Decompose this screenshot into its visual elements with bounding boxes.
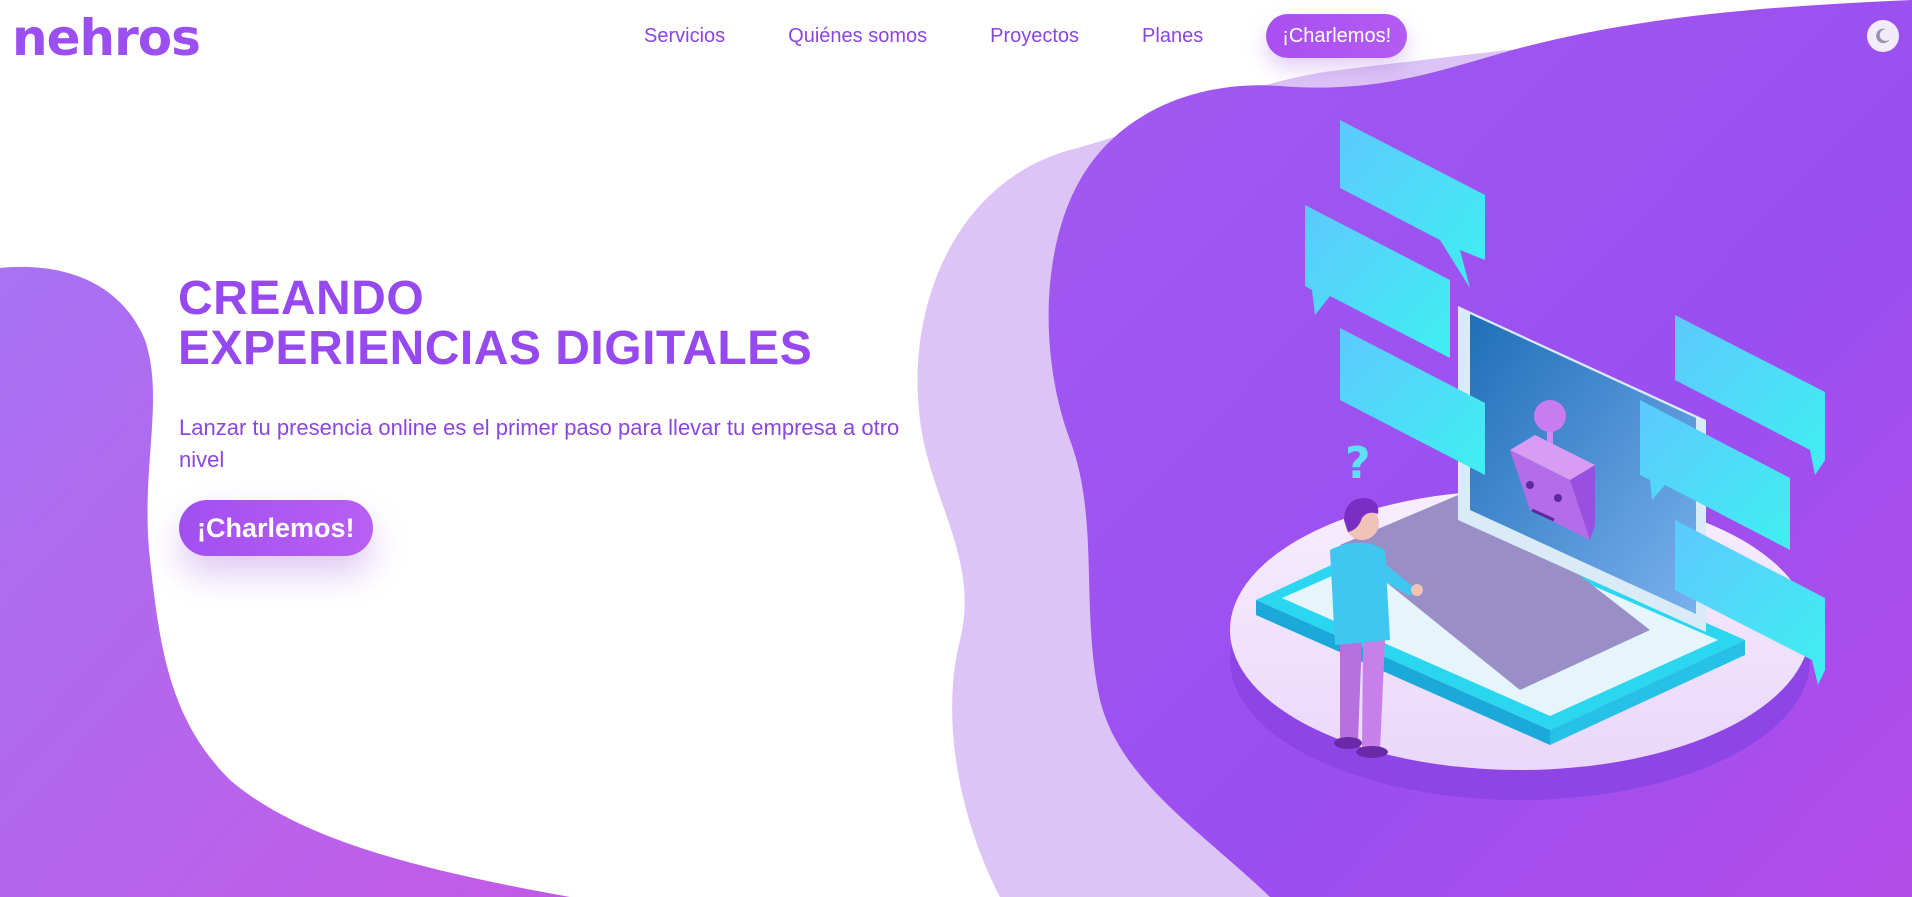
nav-item-proyectos[interactable]: Proyectos — [990, 25, 1079, 48]
theme-toggle-button[interactable] — [1867, 20, 1899, 52]
nav-item-planes[interactable]: Planes — [1142, 25, 1203, 48]
landing-page: nehros Servicios Quiénes somos Proyectos… — [0, 0, 1912, 897]
hero-cta-button[interactable]: ¡Charlemos! — [179, 500, 373, 556]
person-at-laptop-chatbot-illustration: ? — [1230, 120, 1825, 800]
main-nav: Servicios Quiénes somos Proyectos Planes… — [644, 14, 1408, 58]
logo[interactable]: nehros — [12, 10, 201, 66]
hero-title-line-1: CREANDO — [178, 272, 425, 325]
hero-title: CREANDO EXPERIENCIAS DIGITALES — [178, 274, 812, 374]
hero-subtitle: Lanzar tu presencia online es el primer … — [179, 415, 900, 472]
moon-icon — [1876, 28, 1890, 44]
nav-item-servicios[interactable]: Servicios — [644, 25, 725, 48]
nav-item-quienes-somos[interactable]: Quiénes somos — [788, 25, 927, 48]
question-mark-icon: ? — [1345, 438, 1371, 489]
hero-title-line-2: EXPERIENCIAS DIGITALES — [178, 322, 813, 375]
nav-cta-button[interactable]: ¡Charlemos! — [1266, 14, 1408, 58]
